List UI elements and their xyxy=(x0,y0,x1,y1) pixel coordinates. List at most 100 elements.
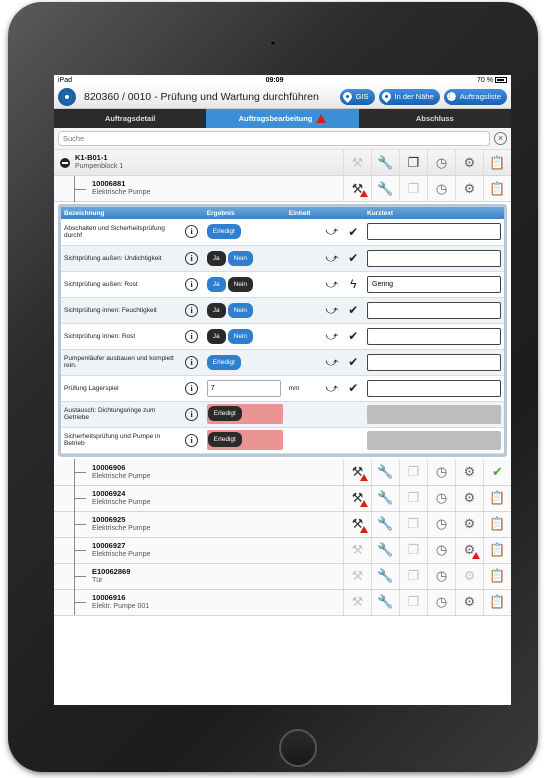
tools-icon[interactable]: ⚒ xyxy=(343,485,371,511)
gear-icon[interactable]: ⚙ xyxy=(455,459,483,485)
gear-icon[interactable]: ⚙ xyxy=(455,176,483,201)
ja-button[interactable]: Ja xyxy=(206,302,226,318)
info-icon[interactable]: i xyxy=(185,277,199,291)
kurztext-input[interactable] xyxy=(367,353,501,371)
measurement-input[interactable] xyxy=(206,379,281,397)
wrench-icon[interactable]: 🔧 xyxy=(371,150,399,175)
copy-icon[interactable]: ❐ xyxy=(399,589,427,615)
erledigt-button[interactable]: Erledigt xyxy=(206,354,241,370)
tools-icon[interactable]: ⚒ xyxy=(343,150,371,175)
search-input[interactable] xyxy=(58,131,490,146)
equipment-row[interactable]: 10006881 Elektrische Pumpe ⚒ 🔧 ❐ ◷ ⚙ 📋 xyxy=(54,175,511,202)
equipment-row[interactable]: 10006924 Elektrische Pumpe ⚒ 🔧 ❐ ◷ ⚙ 📋 xyxy=(54,485,511,512)
clipboard-icon[interactable]: 📋 xyxy=(483,589,511,615)
info-icon[interactable]: i xyxy=(185,225,199,239)
reassign-icon[interactable]: ⤻ xyxy=(320,349,343,376)
nein-button[interactable]: Nein xyxy=(227,276,254,292)
order-list-button[interactable]: ⋮⋮ Auftragsliste xyxy=(443,88,507,105)
gear-icon[interactable]: ⚙ xyxy=(455,589,483,615)
reassign-icon[interactable]: ⤻ xyxy=(320,271,343,298)
clock-icon[interactable]: ◷ xyxy=(427,563,455,589)
kurztext-input[interactable] xyxy=(367,301,501,319)
wrench-icon[interactable]: 🔧 xyxy=(371,459,399,485)
kurztext-input[interactable] xyxy=(367,223,501,241)
gear-icon[interactable]: ⚙ xyxy=(455,150,483,175)
clipboard-icon[interactable]: 📋 xyxy=(483,150,511,175)
collapse-icon[interactable] xyxy=(60,157,70,168)
flash-icon[interactable]: ϟ xyxy=(342,271,364,298)
copy-icon[interactable]: ❐ xyxy=(399,176,427,201)
clock-icon[interactable]: ◷ xyxy=(427,176,455,201)
reassign-icon[interactable]: ⤻ xyxy=(320,245,343,272)
checkmark-icon[interactable]: ✔ xyxy=(342,323,364,350)
checkmark-icon[interactable]: ✔ xyxy=(342,349,364,376)
checkmark-icon[interactable]: ✔ xyxy=(342,245,364,272)
info-icon[interactable]: i xyxy=(185,381,199,395)
nein-button[interactable]: Nein xyxy=(227,302,254,318)
reassign-icon[interactable]: ⤻ xyxy=(320,375,343,402)
info-icon[interactable]: i xyxy=(185,251,199,265)
equipment-row[interactable]: E10062869 Tür ⚒ 🔧 ❐ ◷ ⚙ 📋 xyxy=(54,563,511,590)
gis-button[interactable]: GIS xyxy=(339,88,375,105)
home-button[interactable] xyxy=(279,729,317,767)
clock-icon[interactable]: ◷ xyxy=(427,537,455,563)
wrench-icon[interactable]: 🔧 xyxy=(371,537,399,563)
group-row[interactable]: K1-B01-1 Pumpenblock 1 ⚒ 🔧 ❐ ◷ ⚙ 📋 xyxy=(54,150,511,176)
info-icon[interactable]: i xyxy=(185,329,199,343)
tab-abschluss[interactable]: Abschluss xyxy=(359,109,511,128)
clipboard-icon[interactable]: 📋 xyxy=(483,563,511,589)
equipment-row[interactable]: 10006916 Elektr. Pumpe 001 ⚒ 🔧 ❐ ◷ ⚙ 📋 xyxy=(54,589,511,616)
copy-icon[interactable]: ❐ xyxy=(399,537,427,563)
tools-icon[interactable]: ⚒ xyxy=(343,563,371,589)
equipment-row[interactable]: 10006925 Elektrische Pumpe ⚒ 🔧 ❐ ◷ ⚙ 📋 xyxy=(54,511,511,538)
erledigt-button[interactable]: Erledigt xyxy=(207,406,242,421)
wrench-icon[interactable]: 🔧 xyxy=(371,485,399,511)
clear-search-icon[interactable]: × xyxy=(494,132,507,145)
wrench-icon[interactable]: 🔧 xyxy=(371,176,399,201)
tools-icon[interactable]: ⚒ xyxy=(343,176,371,201)
gear-icon[interactable]: ⚙ xyxy=(455,511,483,537)
info-icon[interactable]: i xyxy=(185,407,199,421)
copy-icon[interactable]: ❐ xyxy=(399,150,427,175)
wrench-icon[interactable]: 🔧 xyxy=(371,511,399,537)
nearby-button[interactable]: In der Nähe xyxy=(378,88,440,105)
reassign-icon[interactable]: ⤻ xyxy=(320,219,343,246)
checkmark-icon[interactable]: ✔ xyxy=(342,297,364,324)
tab-auftragsdetail[interactable]: Auftragsdetail xyxy=(54,109,206,128)
wrench-icon[interactable]: 🔧 xyxy=(371,563,399,589)
gear-icon[interactable]: ⚙ xyxy=(455,537,483,563)
tab-auftragsbearbeitung[interactable]: Auftragsbearbeitung xyxy=(206,109,359,128)
kurztext-input[interactable] xyxy=(367,249,501,267)
kurztext-input[interactable] xyxy=(367,379,501,397)
clock-icon[interactable]: ◷ xyxy=(427,459,455,485)
kurztext-input[interactable] xyxy=(367,327,501,345)
clipboard-icon[interactable]: 📋 xyxy=(483,511,511,537)
clipboard-icon[interactable]: 📋 xyxy=(483,176,511,201)
clock-icon[interactable]: ◷ xyxy=(427,150,455,175)
wrench-icon[interactable]: 🔧 xyxy=(371,589,399,615)
copy-icon[interactable]: ❐ xyxy=(399,459,427,485)
ja-button[interactable]: Ja xyxy=(206,250,226,266)
gear-icon[interactable]: ⚙ xyxy=(455,485,483,511)
nein-button[interactable]: Nein xyxy=(227,328,254,344)
tools-icon[interactable]: ⚒ xyxy=(343,459,371,485)
clock-icon[interactable]: ◷ xyxy=(427,589,455,615)
copy-icon[interactable]: ❐ xyxy=(399,511,427,537)
ja-button[interactable]: Ja xyxy=(206,276,226,292)
info-icon[interactable]: i xyxy=(185,433,199,447)
copy-icon[interactable]: ❐ xyxy=(399,563,427,589)
clipboard-icon[interactable]: 📋 xyxy=(483,537,511,563)
gear-icon[interactable]: ⚙ xyxy=(455,563,483,589)
ja-button[interactable]: Ja xyxy=(206,328,226,344)
reassign-icon[interactable]: ⤻ xyxy=(320,323,343,350)
tools-icon[interactable]: ⚒ xyxy=(343,589,371,615)
tools-icon[interactable]: ⚒ xyxy=(343,537,371,563)
copy-icon[interactable]: ❐ xyxy=(399,485,427,511)
clock-icon[interactable]: ◷ xyxy=(427,511,455,537)
tools-icon[interactable]: ⚒ xyxy=(343,511,371,537)
erledigt-button[interactable]: Erledigt xyxy=(206,224,241,240)
clipboard-icon[interactable]: 📋 xyxy=(483,485,511,511)
checkmark-icon[interactable]: ✔ xyxy=(342,219,364,246)
checkmark-icon[interactable]: ✔ xyxy=(342,375,364,402)
nein-button[interactable]: Nein xyxy=(227,250,254,266)
